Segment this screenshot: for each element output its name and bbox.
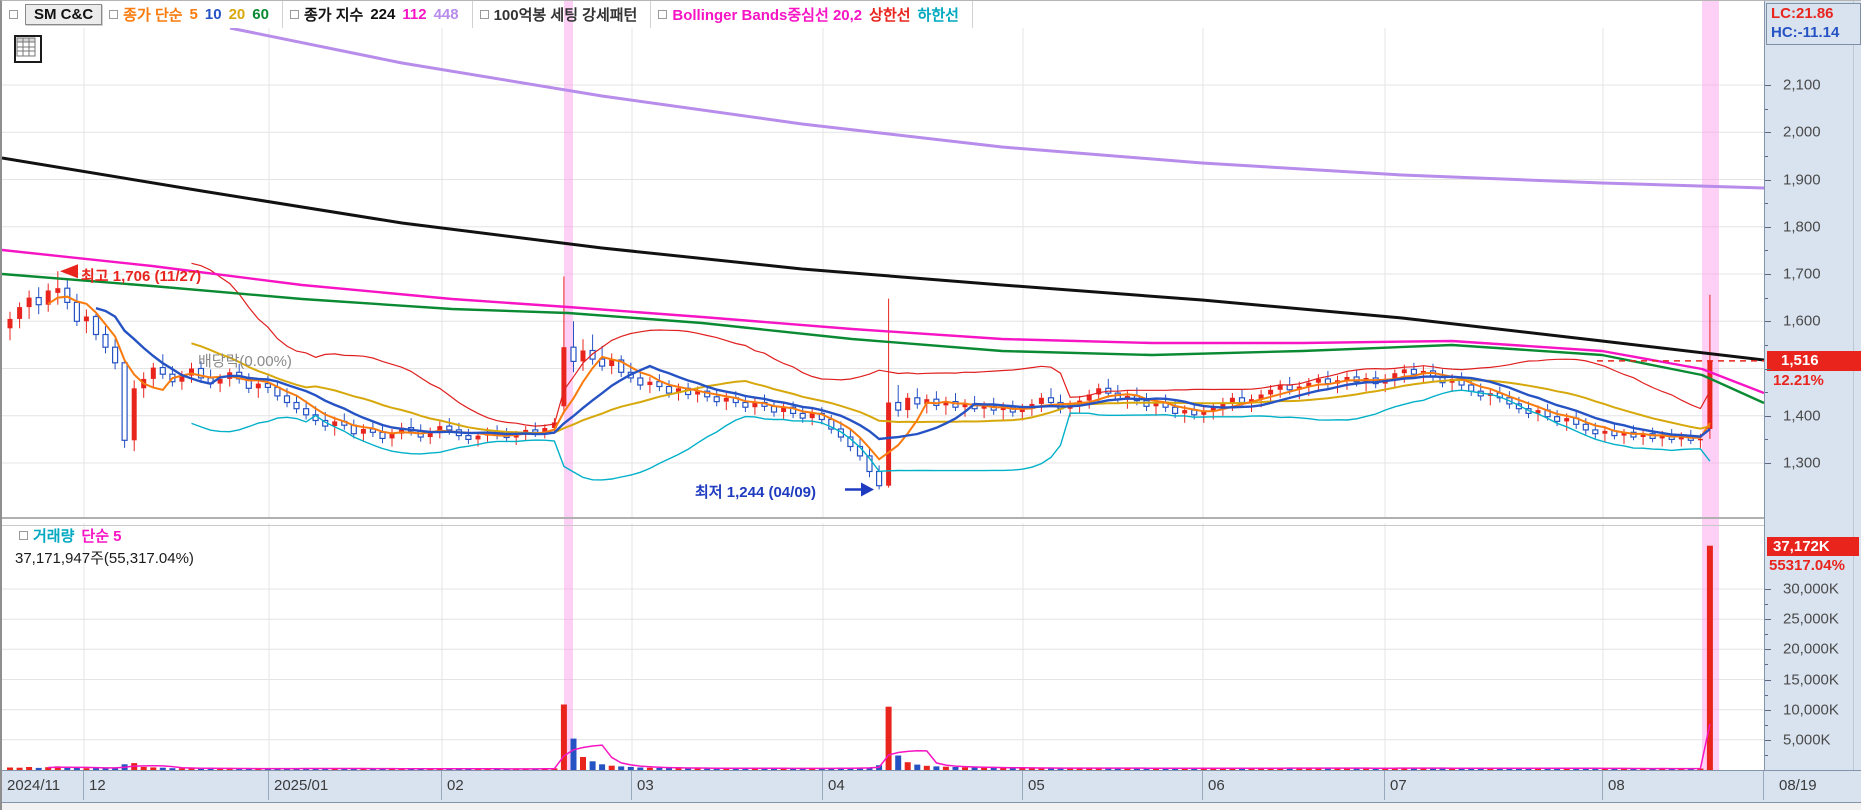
- volume-axis-label: 5,000K: [1783, 731, 1831, 749]
- date-axis[interactable]: 2024/11 12 2025/01 02 03 04 05 06 07 08 08/19: [2, 770, 1861, 803]
- legend-item: 5: [189, 6, 198, 23]
- date-axis-cell[interactable]: 08: [1603, 771, 1764, 800]
- chart-header: SM C&C 종가 단순 5 10 20 60 종가 지수 224 112 448 100억봉 세…: [2, 1, 1764, 28]
- date-axis-cell[interactable]: 07: [1385, 771, 1603, 800]
- date-axis-cell[interactable]: 03: [632, 771, 823, 800]
- date-axis-cell[interactable]: 2025/01: [269, 771, 442, 800]
- price-axis-label: 1,300: [1783, 454, 1821, 472]
- date-axis-cell[interactable]: 06: [1203, 771, 1385, 800]
- low-arrow-icon: [861, 482, 874, 497]
- low-to-close-value: LC:21.86: [1771, 5, 1834, 22]
- volume-legend[interactable]: 거래량 단순 5: [12, 525, 129, 545]
- pane-divider[interactable]: [2, 517, 1764, 526]
- legend-item: Bollinger Bands중심선 20,2: [672, 7, 863, 24]
- legend-item: 종가 단순: [123, 7, 183, 24]
- price-axis-label: 2,100: [1783, 76, 1821, 94]
- volume-axis-label: 20,000K: [1783, 640, 1839, 658]
- legend-item: 20: [228, 6, 246, 23]
- period-low-annotation: 최저 1,244 (04/09): [695, 484, 816, 501]
- legend-item: 단순 5: [81, 527, 122, 545]
- volume-info-readout: 37,171,947주(55,317.04%): [15, 550, 194, 567]
- legend-bullet-icon: [289, 10, 299, 19]
- legend-bullet-icon: [109, 10, 119, 19]
- stock-chart-window: SM C&C 종가 단순 5 10 20 60 종가 지수 224 112 448 100억봉 세…: [0, 0, 1861, 810]
- legend-item: 112: [402, 6, 427, 23]
- price-change-percent: 12.21%: [1773, 371, 1824, 389]
- date-axis-cell[interactable]: 08/19: [1764, 771, 1861, 800]
- date-axis-cell[interactable]: 12: [84, 771, 269, 800]
- volume-axis-label: 15,000K: [1783, 671, 1839, 688]
- current-price-marker: 1,516: [1767, 350, 1861, 371]
- legend-item: 10: [204, 6, 222, 23]
- legend-item: 하한선: [917, 7, 959, 24]
- high-arrow-icon: [60, 264, 78, 279]
- period-high-annotation: 최고 1,706 (11/27): [81, 268, 202, 285]
- price-axis-label: 1,900: [1783, 171, 1821, 188]
- price-axis-panel[interactable]: LC:21.86 HC:-11.14 2,100 2,000 1,900 1,800 1…: [1764, 1, 1861, 810]
- lc-hc-readout: LC:21.86 HC:-11.14: [1766, 3, 1861, 45]
- legend-bullet-icon: [19, 530, 28, 540]
- ema224-line: [2, 156, 1764, 362]
- current-volume-marker: 37,172K: [1767, 537, 1859, 556]
- legend-item: 상한선: [869, 7, 911, 24]
- legend-item: 거래량: [33, 527, 75, 545]
- legend-item: 224: [370, 6, 396, 23]
- high-to-close-value: HC:-11.14: [1771, 24, 1840, 41]
- legend-group-pattern[interactable]: 100억봉 세팅 강세패턴: [473, 1, 652, 28]
- price-axis-label: 1,600: [1783, 312, 1821, 330]
- indicator-legend: 종가 단순 5 10 20 60 종가 지수 224 112 448 100억봉 세팅 강세패턴 B…: [102, 1, 973, 28]
- date-axis-cell[interactable]: 04: [823, 771, 1023, 800]
- date-axis-cell[interactable]: 05: [1023, 771, 1203, 800]
- legend-group-price-ema[interactable]: 종가 지수 224 112 448: [283, 1, 473, 28]
- volume-axis-label: 10,000K: [1783, 701, 1839, 719]
- ex-dividend-annotation: 배당락(0.00%): [198, 353, 292, 370]
- date-axis-cell[interactable]: 2024/11: [2, 771, 84, 800]
- axis-inner-divider: [1853, 1, 1854, 810]
- legend-bullet-icon: [658, 10, 668, 19]
- legend-bullet-icon: [479, 10, 489, 19]
- chart-canvas[interactable]: [2, 1, 1861, 810]
- price-axis-label: 1,800: [1783, 218, 1821, 236]
- chart-grid-icon[interactable]: [14, 35, 42, 63]
- legend-bullet-icon: [9, 10, 18, 19]
- price-axis-label: 1,400: [1783, 407, 1821, 425]
- legend-group-bollinger[interactable]: Bollinger Bands중심선 20,2 상한선 하한선: [651, 1, 973, 28]
- price-axis-label: 2,000: [1783, 123, 1821, 141]
- legend-group-price-sma[interactable]: 종가 단순 5 10 20 60: [102, 1, 283, 28]
- legend-item: 100억봉 세팅 강세패턴: [493, 7, 638, 24]
- volume-axis-label: 25,000K: [1783, 610, 1839, 628]
- volume-axis-label: 30,000K: [1783, 580, 1839, 598]
- legend-item: 종가 지수: [303, 7, 364, 24]
- price-axis-label: 1,700: [1783, 265, 1821, 283]
- legend-item: 60: [252, 6, 269, 23]
- ema448-line: [229, 28, 1764, 190]
- volume-percent-readout: 55317.04%: [1769, 557, 1845, 574]
- date-axis-cell[interactable]: 02: [442, 771, 632, 800]
- symbol-button[interactable]: SM C&C: [25, 4, 103, 25]
- legend-item: 448: [433, 6, 459, 23]
